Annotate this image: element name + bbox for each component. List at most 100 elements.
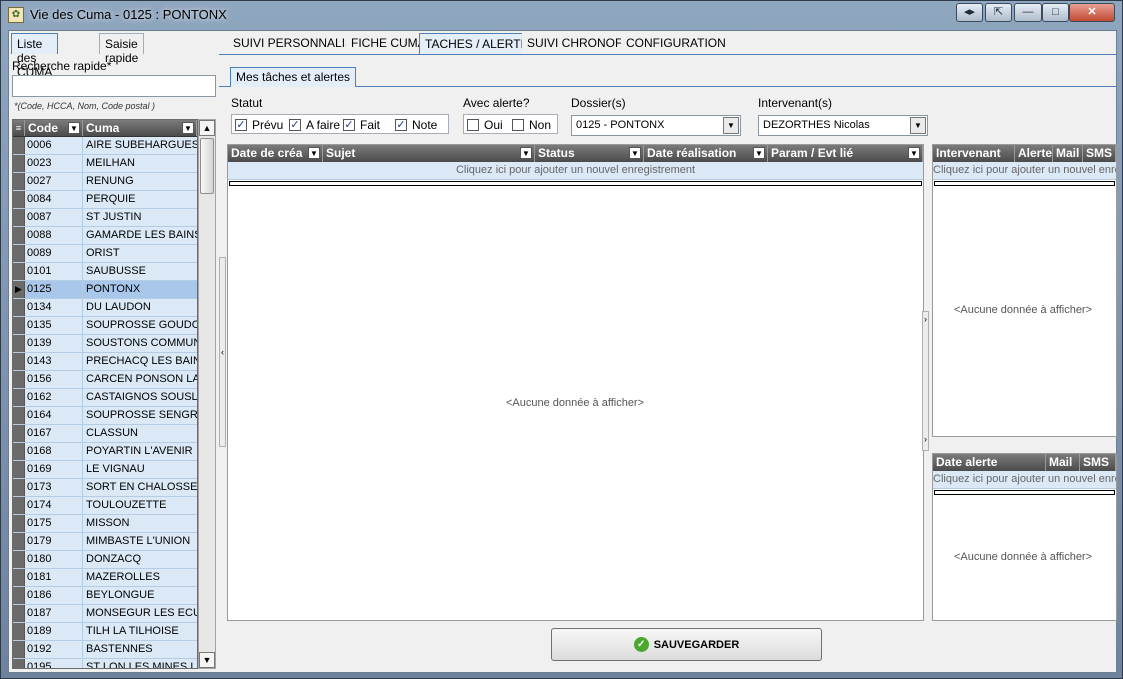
tab-saisie-rapide[interactable]: Saisie rapide [99,33,145,65]
table-row[interactable]: 0187MONSEGUR LES ECURE [13,605,197,623]
scroll-up-icon[interactable]: ▲ [199,120,215,136]
row-selector[interactable] [13,173,25,190]
table-row[interactable]: 0143 PRECHACQ LES BAINS [13,353,197,371]
table-row[interactable]: 0189 TILH LA TILHOISE [13,623,197,641]
row-selector[interactable] [13,461,25,478]
column-header-status[interactable]: Status ▼ [535,145,644,162]
table-row[interactable]: 0180 DONZACQ [13,551,197,569]
table-row[interactable]: ▶ 0125 PONTONX [13,281,197,299]
row-selector[interactable] [13,353,25,370]
table-row[interactable]: 0135SOUPROSSE GOUDOSS [13,317,197,335]
filter-dropdown-icon[interactable]: ▼ [753,147,765,159]
table-row[interactable]: 0175 MISSON [13,515,197,533]
filter-dropdown-icon[interactable]: ▼ [629,147,641,159]
grid-scrollbar[interactable]: ▲ ▼ [198,119,216,669]
row-selector[interactable] [13,407,25,424]
filter-dropdown-icon[interactable]: ▼ [908,147,920,159]
scroll-down-icon[interactable]: ▼ [199,652,215,668]
intervenant-select[interactable]: DEZORTHES Nicolas ▼ [758,115,928,136]
row-selector[interactable] [13,425,25,442]
column-header-date-alerte[interactable]: Date alerte [933,454,1046,471]
table-row[interactable]: 0134 DU LAUDON [13,299,197,317]
tab-suivi-chronofd[interactable]: SUIVI CHRONOFD [522,33,638,54]
row-selector[interactable] [13,515,25,532]
checkbox-prevu[interactable]: ✓ Prévu [235,118,283,132]
table-row[interactable]: 0179 MIMBASTE L'UNION [13,533,197,551]
row-selector-icon[interactable]: ≡ [13,120,25,136]
row-selector[interactable] [13,263,25,280]
collapse-left-icon[interactable]: ‹ [219,257,226,447]
filter-dropdown-icon[interactable]: ▼ [308,147,320,159]
table-row[interactable]: 0167 CLASSUN [13,425,197,443]
checkbox-note[interactable]: ✓ Note [395,118,437,132]
filter-dropdown-icon[interactable]: ▼ [520,147,532,159]
table-row[interactable]: 0087 ST JUSTIN [13,209,197,227]
row-selector[interactable] [13,605,25,622]
table-row[interactable]: 0192 BASTENNES [13,641,197,659]
table-row[interactable]: 0023 MEILHAN [13,155,197,173]
table-row[interactable]: 0164SOUPROSSE SENGRES [13,407,197,425]
add-record-row[interactable]: Cliquez ici pour ajouter un nouvel enreg… [933,162,1116,180]
column-header-sms[interactable]: SMS [1083,145,1116,162]
table-row[interactable]: 0168 POYARTIN L'AVENIR [13,443,197,461]
column-header-param-evt[interactable]: Param / Evt lié ▼ [768,145,923,162]
detach-icon[interactable]: ⇱ [985,3,1012,22]
row-selector[interactable] [13,479,25,496]
dossier-select[interactable]: 0125 - PONTONX ▼ [571,115,741,136]
new-record-line[interactable] [934,181,1115,186]
row-selector[interactable] [13,137,25,154]
row-selector[interactable] [13,371,25,388]
table-row[interactable]: 0162CASTAIGNOS SOUSLEN [13,389,197,407]
row-selector[interactable] [13,389,25,406]
table-row[interactable]: 0006 AIRE SUBEHARGUES [13,137,197,155]
row-selector[interactable] [13,623,25,640]
minimize-button[interactable]: — [1014,3,1042,22]
row-selector[interactable] [13,191,25,208]
column-header-date-creation[interactable]: Date de créa ▼ [228,145,323,162]
checkbox-fait[interactable]: ✓ Fait [343,118,380,132]
chevron-down-icon[interactable]: ▼ [723,117,739,134]
table-row[interactable]: 0169 LE VIGNAU [13,461,197,479]
column-header-date-realisation[interactable]: Date réalisation ▼ [644,145,768,162]
column-header-mail[interactable]: Mail [1053,145,1083,162]
new-record-line[interactable] [229,181,922,186]
maximize-button[interactable]: □ [1042,3,1069,22]
table-row[interactable]: 0101 SAUBUSSE [13,263,197,281]
row-selector[interactable] [13,209,25,226]
scroll-thumb[interactable] [200,138,214,194]
table-row[interactable]: 0186 BEYLONGUE [13,587,197,605]
table-row[interactable]: 0156CARCEN PONSON LA M [13,371,197,389]
row-selector[interactable] [13,641,25,658]
row-pointer-icon[interactable]: ▶ [13,281,25,298]
new-record-line[interactable] [934,490,1115,495]
table-row[interactable]: 0181 MAZEROLLES [13,569,197,587]
tab-liste-des-cuma[interactable]: Liste des CUMA [11,33,59,79]
row-selector[interactable] [13,335,25,352]
row-selector[interactable] [13,551,25,568]
tab-configuration[interactable]: CONFIGURATION [621,33,731,54]
restore-size-icon[interactable]: ◂▸ [956,3,983,22]
checkbox-a-faire[interactable]: ✓ A faire [289,118,340,132]
save-button[interactable]: ✓ SAUVEGARDER [551,628,822,661]
row-selector[interactable] [13,299,25,316]
search-input[interactable] [12,75,216,97]
checkbox-oui[interactable]: Oui [467,118,503,132]
row-selector[interactable] [13,587,25,604]
table-row[interactable]: 0174 TOULOUZETTE [13,497,197,515]
row-selector[interactable] [13,227,25,244]
column-header-intervenant[interactable]: Intervenant [933,145,1015,162]
filter-dropdown-icon[interactable]: ▼ [68,122,80,134]
row-selector[interactable] [13,497,25,514]
table-row[interactable]: 0088 GAMARDE LES BAINS [13,227,197,245]
row-selector[interactable] [13,155,25,172]
column-header-mail[interactable]: Mail [1046,454,1080,471]
table-row[interactable]: 0027 RENUNG [13,173,197,191]
table-row[interactable]: 0173 SORT EN CHALOSSE [13,479,197,497]
row-selector[interactable] [13,569,25,586]
column-header-code[interactable]: Code ▼ [25,120,83,136]
row-selector[interactable] [13,659,25,668]
collapse-right-icon[interactable]: › › [922,311,929,451]
checkbox-non[interactable]: Non [512,118,551,132]
table-row[interactable]: 0084 PERQUIE [13,191,197,209]
filter-dropdown-icon[interactable]: ▼ [182,122,194,134]
